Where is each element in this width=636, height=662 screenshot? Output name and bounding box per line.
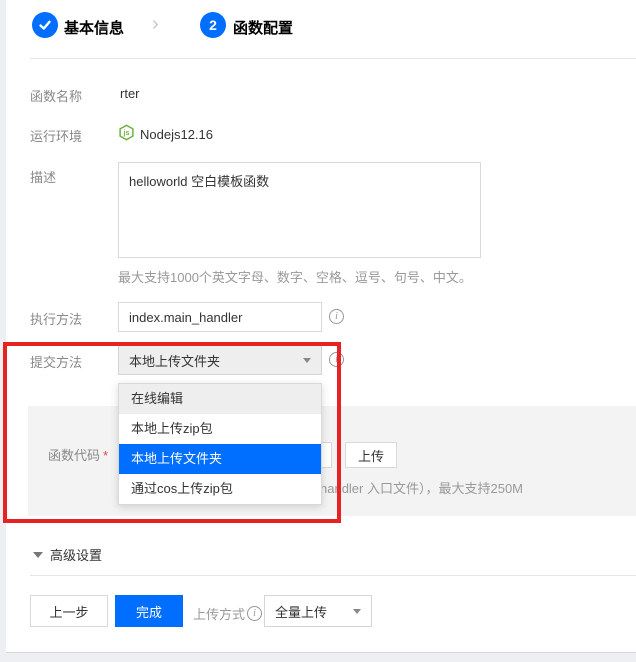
submit-method-select[interactable]: 本地上传文件夹 [118,345,322,375]
runtime-value: Nodejs12.16 [140,127,213,142]
footer-divider [30,575,636,576]
submit-method-label: 提交方法 [30,352,82,371]
code-help-text: handler 入口文件），最大支持250M [320,478,523,497]
required-asterisk: * [103,448,108,463]
handler-info-icon[interactable]: i [329,309,344,324]
upload-mode-select[interactable]: 全量上传 [264,595,372,627]
caret-down-icon [303,358,311,363]
dropdown-option-online-edit[interactable]: 在线编辑 [119,384,321,414]
upload-mode-group: 上传方式 i [193,604,262,623]
stepper-divider [30,58,636,59]
submit-method-info-icon[interactable]: i [329,352,344,367]
stepper-step-function-config[interactable]: 2 [200,12,226,38]
dropdown-option-upload-folder[interactable]: 本地上传文件夹 [119,444,321,474]
function-name-label: 函数名称 [30,86,82,105]
submit-method-dropdown: 在线编辑 本地上传zip包 本地上传文件夹 通过cos上传zip包 [118,383,322,505]
previous-step-button[interactable]: 上一步 [30,595,108,627]
advanced-settings-label: 高级设置 [50,545,102,564]
upload-mode-label: 上传方式 [193,604,245,623]
dropdown-option-upload-zip[interactable]: 本地上传zip包 [119,414,321,444]
check-icon [38,18,52,32]
dropdown-option-cos-zip[interactable]: 通过cos上传zip包 [119,474,321,504]
description-help: 最大支持1000个英文字母、数字、空格、逗号、句号、中文。 [118,267,472,286]
function-code-label: 函数代码* [48,445,108,464]
step-separator-chevron-icon: › [152,14,159,34]
function-name-value: rter [120,86,140,101]
step1-label[interactable]: 基本信息 [64,17,124,38]
step2-number-circle: 2 [200,12,226,38]
upload-mode-value: 全量上传 [275,602,353,621]
handler-input[interactable] [118,302,322,332]
runtime-label: 运行环境 [30,126,82,145]
description-label: 描述 [30,167,56,186]
finish-button[interactable]: 完成 [115,595,183,627]
handler-label: 执行方法 [30,309,82,328]
stepper-step-basic-info[interactable] [32,12,58,38]
description-textarea[interactable]: helloworld 空白模板函数 [118,162,481,258]
caret-down-icon [353,609,361,614]
step2-label[interactable]: 函数配置 [233,17,293,38]
upload-button[interactable]: 上传 [345,442,397,468]
expand-triangle-icon [33,552,43,558]
advanced-settings-toggle[interactable]: 高级设置 [33,545,102,564]
submit-method-value: 本地上传文件夹 [129,351,303,370]
upload-mode-info-icon[interactable]: i [247,606,262,621]
svg-text:js: js [123,130,130,137]
nodejs-icon: js [118,124,135,144]
step1-done-circle [32,12,58,38]
